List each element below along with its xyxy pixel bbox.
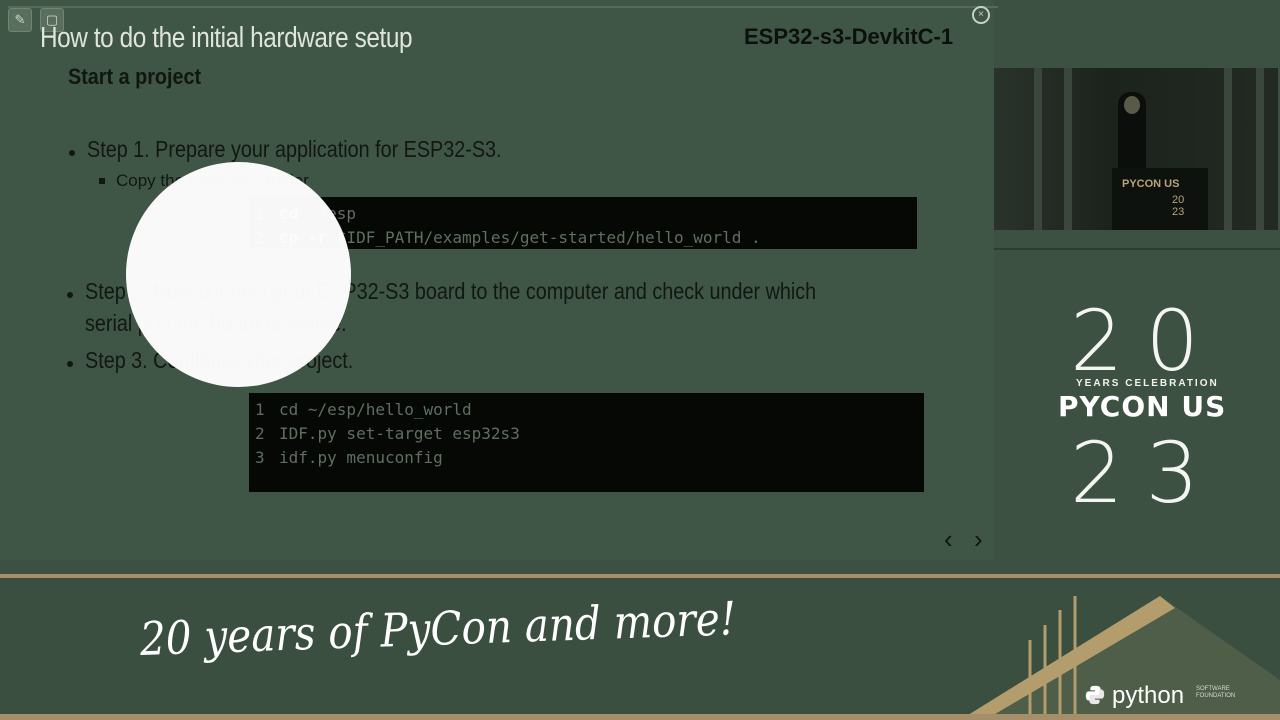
speaker-webcam: PYCON US 20 23 (994, 68, 1278, 230)
code-block-2: 1 cd ~/esp/hello_world 2 IDF.py set-target… (249, 393, 924, 492)
curtain-stripe (1224, 68, 1232, 230)
band-border-bottom (0, 714, 1280, 720)
pen-tool-button[interactable]: ✎ (8, 8, 32, 32)
bullet-icon (69, 150, 75, 156)
logo-years-text: YEARS CELEBRATION (1076, 378, 1219, 389)
slide-title: How to do the initial hardware setup (40, 22, 413, 54)
speaker-head (1124, 96, 1140, 114)
close-icon: × (978, 9, 984, 20)
close-button[interactable]: × (972, 6, 990, 24)
psf-text: SOFTWARE FOUNDATION (1196, 686, 1236, 699)
bullet-icon (67, 361, 73, 367)
step-1: Step 1. Prepare your application for ESP… (87, 136, 502, 162)
logo-name: PYCON US (1058, 390, 1227, 423)
curtain-stripe (1034, 68, 1042, 230)
logo-number-top: 20 (1070, 292, 1221, 390)
right-panel-divider (993, 248, 1280, 250)
curtain-stripe (1064, 68, 1072, 230)
slide-subtitle: Start a project (68, 64, 202, 89)
bullet-icon (67, 292, 73, 298)
curtain-stripe (1256, 68, 1264, 230)
next-slide-button[interactable]: › (974, 524, 983, 555)
square-bullet-icon (99, 178, 105, 184)
spotlight-overlay (126, 162, 351, 387)
podium-label: PYCON US (1122, 178, 1180, 190)
previous-slide-button[interactable]: ‹ (944, 524, 953, 555)
python-wordmark: python (1112, 682, 1185, 709)
logo-number-bottom: 23 (1070, 424, 1221, 522)
code-block-1: 1cd ~/esp 2cp -r $IDF_PATH/examples/get-… (249, 197, 917, 249)
slide-top-border (8, 6, 998, 8)
board-tag: ESP32-s3-DevkitC-1 (744, 24, 954, 49)
pen-icon: ✎ (14, 12, 26, 27)
python-icon (1085, 685, 1105, 705)
code-line: 2 IDF.py set-target esp32s3 (255, 424, 520, 443)
code-line: 1 cd ~/esp/hello_world (255, 400, 472, 419)
podium-year: 20 23 (1172, 194, 1185, 218)
code-line: 3 idf.py menuconfig (255, 448, 443, 467)
